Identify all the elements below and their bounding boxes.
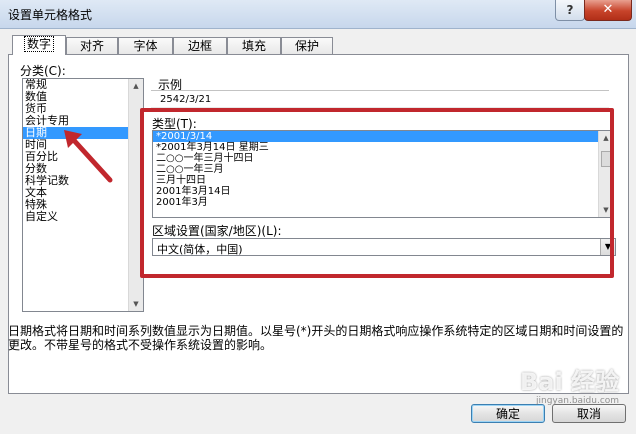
tab-alignment[interactable]: 对齐: [66, 37, 118, 54]
help-button[interactable]: ?: [555, 0, 585, 21]
tab-fill[interactable]: 填充: [227, 37, 281, 54]
scroll-up-icon[interactable]: ▲: [129, 79, 143, 93]
annotation-rectangle: [140, 108, 614, 278]
window-title: 设置单元格格式: [8, 8, 93, 22]
category-list[interactable]: 常规 数值 货币 会计专用 日期 时间 百分比 分数 科学记数 文本 特殊 自定…: [22, 78, 144, 312]
tab-number[interactable]: 数字: [12, 35, 66, 55]
annotation-arrow-icon: [64, 130, 113, 183]
tab-border[interactable]: 边框: [173, 37, 227, 54]
category-label: 分类(C):: [20, 64, 66, 78]
scroll-down-icon[interactable]: ▼: [129, 297, 143, 311]
close-button[interactable]: ✕: [584, 0, 632, 21]
watermark-logo: Bai 经验: [520, 368, 620, 396]
format-description: 日期格式将日期和时间系列数值显示为日期值。以星号(*)开头的日期格式响应操作系统…: [8, 324, 624, 352]
sample-box: [151, 90, 609, 108]
cancel-button[interactable]: 取消: [552, 404, 626, 423]
category-item[interactable]: 自定义: [23, 211, 143, 223]
title-bar: 设置单元格格式 ? ✕: [0, 0, 636, 29]
ok-button[interactable]: 确定: [471, 404, 545, 423]
watermark-url: jingyan.baidu.com: [536, 396, 620, 406]
sample-value: 2542/3/21: [160, 94, 212, 105]
tab-protection[interactable]: 保护: [281, 37, 333, 54]
tab-font[interactable]: 字体: [118, 37, 173, 54]
